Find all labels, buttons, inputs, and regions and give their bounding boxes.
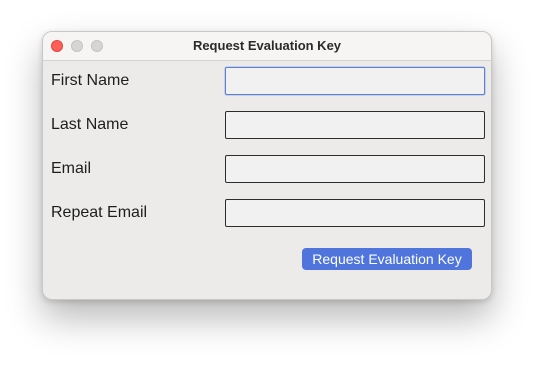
first-name-row: First Name (51, 67, 485, 95)
email-row: Email (51, 155, 485, 183)
last-name-label: Last Name (51, 116, 129, 133)
first-name-input[interactable] (225, 67, 485, 95)
email-label: Email (51, 160, 92, 177)
first-name-label: First Name (51, 72, 130, 89)
dialog-window: Request Evaluation Key First Name Last N… (42, 31, 492, 300)
title-bar: Request Evaluation Key (43, 32, 491, 61)
last-name-row: Last Name (51, 111, 485, 139)
repeat-email-row: Repeat Email (51, 199, 485, 227)
email-input[interactable] (225, 155, 485, 183)
request-evaluation-key-button[interactable]: Request Evaluation Key (302, 248, 472, 270)
last-name-input[interactable] (225, 111, 485, 139)
window-title: Request Evaluation Key (192, 38, 342, 53)
repeat-email-label: Repeat Email (51, 204, 148, 221)
repeat-email-input[interactable] (225, 199, 485, 227)
